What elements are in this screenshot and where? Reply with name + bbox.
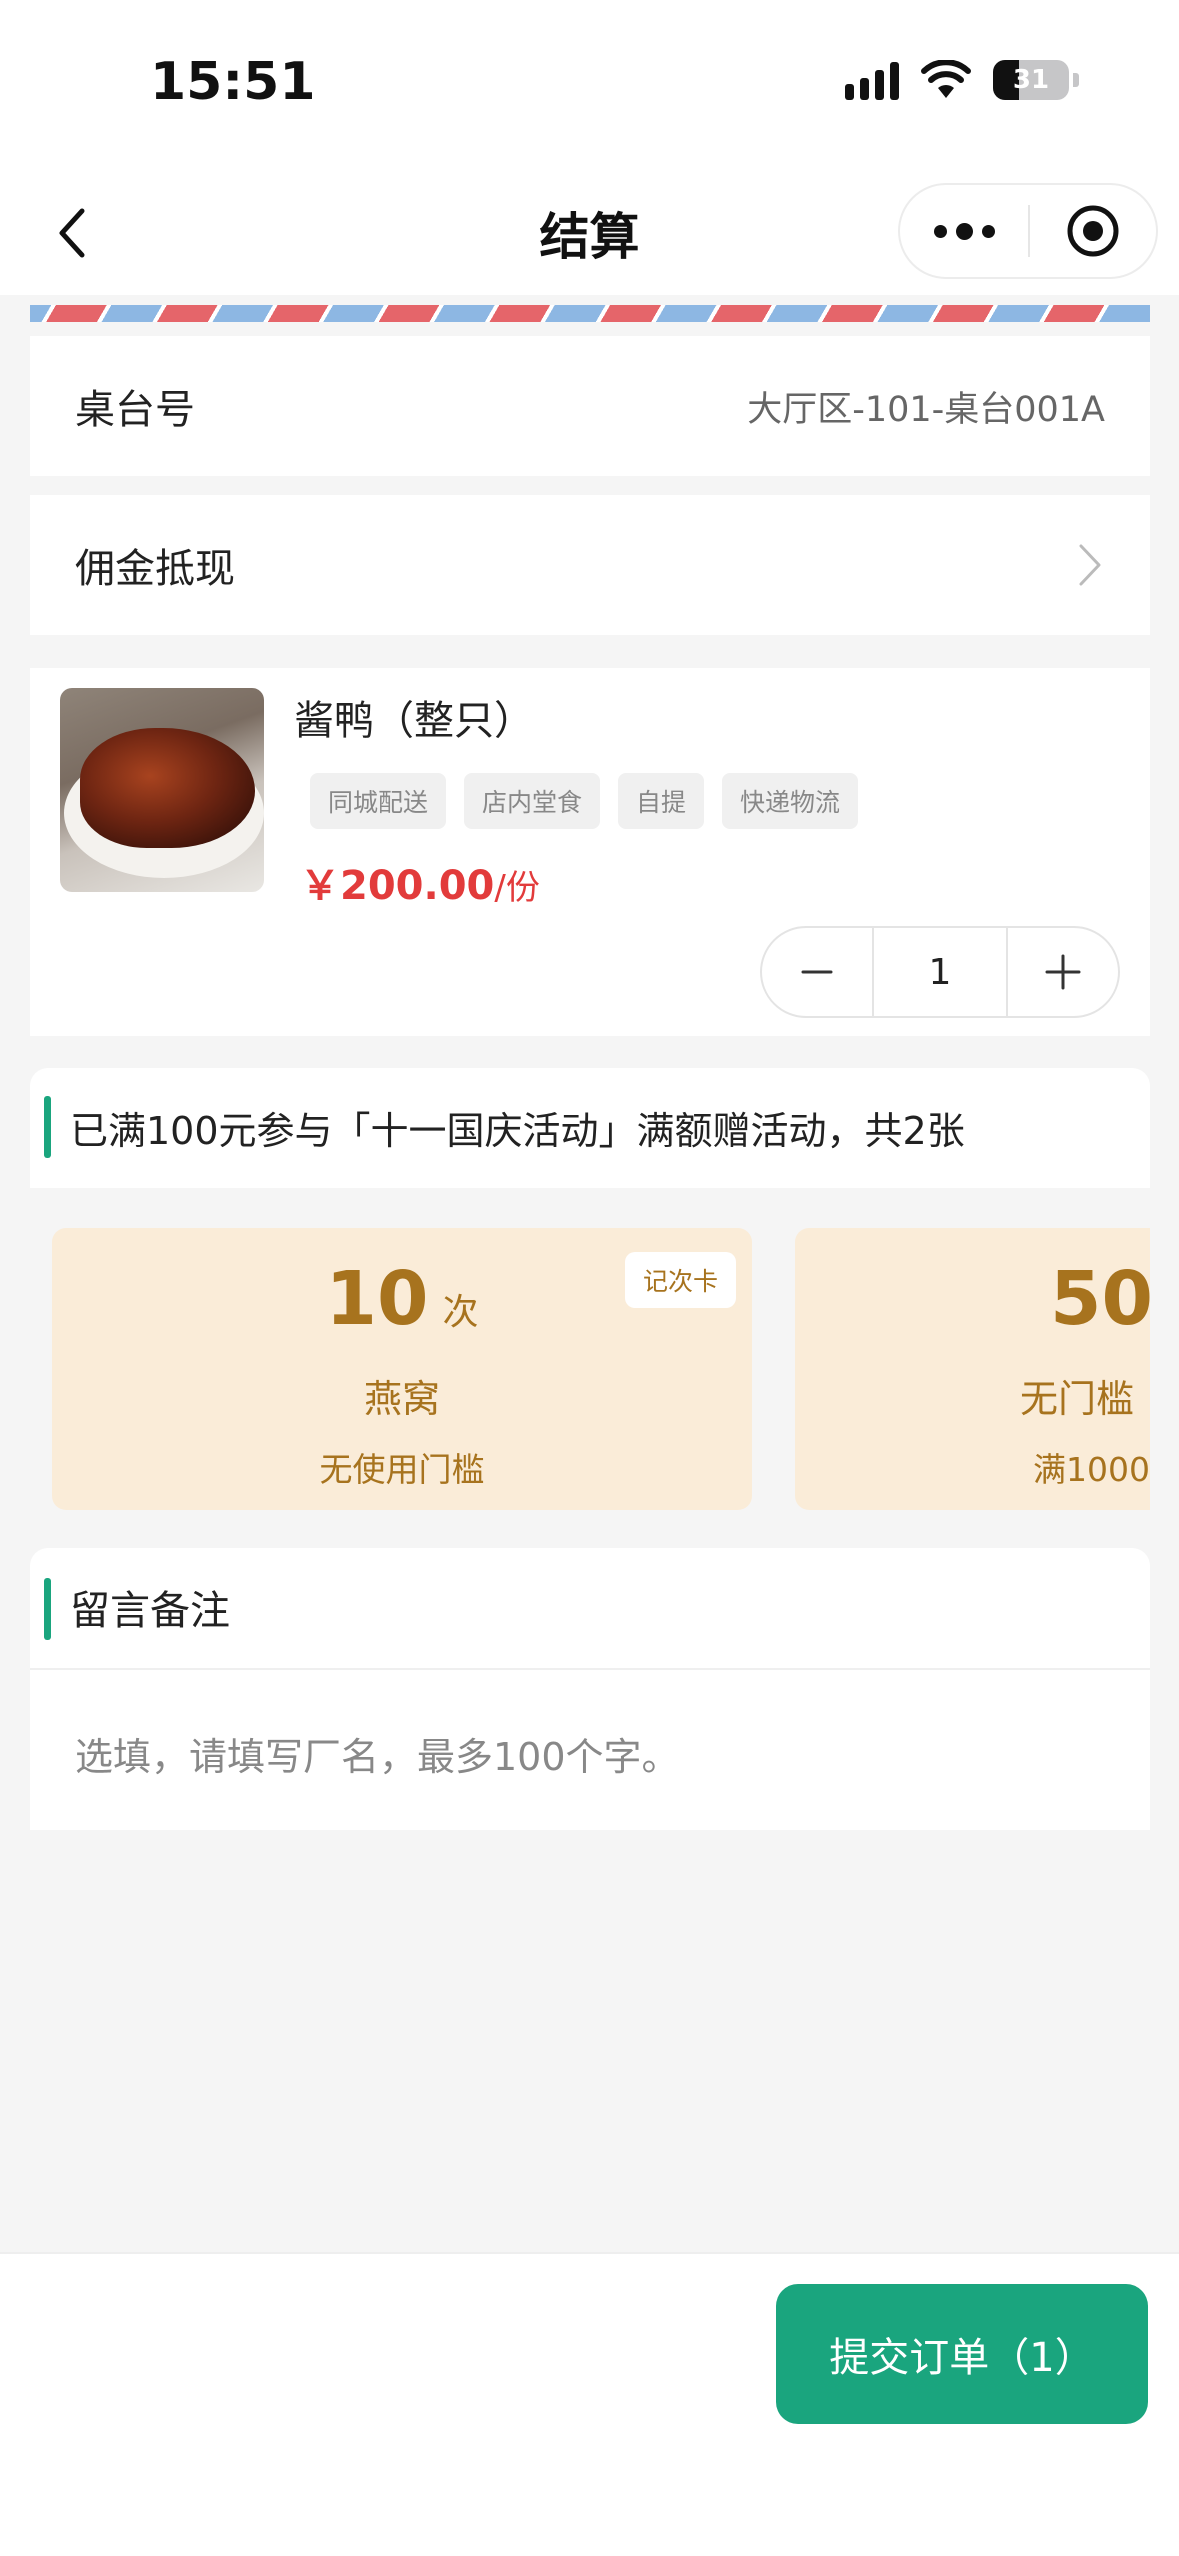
dish-tag: 快递物流 xyxy=(722,773,859,829)
price-unit: /份 xyxy=(494,868,540,908)
nav-bar: 结算 xyxy=(0,175,1179,295)
close-program-button[interactable] xyxy=(1030,185,1156,277)
dish-tag: 自提 xyxy=(618,773,705,829)
coupon-amount: 500 xyxy=(1050,1256,1150,1342)
battery-icon: 31 xyxy=(993,60,1069,100)
dish-tag: 店内堂食 xyxy=(464,773,601,829)
status-time: 15:51 xyxy=(150,52,316,112)
increase-button[interactable] xyxy=(1008,928,1118,1016)
coupon-name: 无门槛 xyxy=(1020,1377,1135,1421)
note-card: 留言备注 选填，请填写厂名，最多100个字。 xyxy=(30,1548,1150,1830)
dish-tags: 同城配送 店内堂食 自提 快递物流 xyxy=(310,773,859,829)
coupon-name: 燕窝 xyxy=(363,1377,440,1421)
note-divider xyxy=(30,1668,1150,1670)
coupon-condition: 满1000 xyxy=(1033,1450,1150,1489)
wifi-icon xyxy=(921,60,971,98)
coupon-amount-unit: 次 xyxy=(442,1292,479,1333)
table-number-label: 桌台号 xyxy=(75,387,195,433)
target-icon xyxy=(1067,205,1119,257)
promotion-header: 已满100元参与「十一国庆活动」满额赠活动，共2张 xyxy=(30,1068,1150,1188)
promotion-accent-bar xyxy=(44,1096,51,1158)
table-number-value: 大厅区-101-桌台001A xyxy=(747,389,1105,430)
coupon-card[interactable]: 500 无门槛 满1000 xyxy=(795,1228,1150,1510)
more-menu-button[interactable] xyxy=(900,185,1028,277)
dish-price: ￥200.00/份 xyxy=(300,853,540,911)
coupon-badge: 记次卡 xyxy=(624,1252,736,1308)
decrease-button[interactable] xyxy=(762,928,872,1016)
table-number-row: 桌台号 大厅区-101-桌台001A xyxy=(30,336,1150,476)
quantity-stepper: 1 xyxy=(760,926,1120,1018)
plus-icon xyxy=(1045,954,1081,990)
note-input[interactable]: 选填，请填写厂名，最多100个字。 xyxy=(75,1726,680,1781)
dish-name: 酱鸭（整只） xyxy=(294,698,534,744)
coupon-amount-value: 10 xyxy=(325,1256,429,1342)
coupon-scroll[interactable]: 10 次 记次卡 燕窝 无使用门槛 500 无门槛 满1000 xyxy=(30,1188,1150,1530)
commission-label: 佣金抵现 xyxy=(75,546,235,592)
mini-program-capsule xyxy=(898,183,1158,279)
cellular-signal-icon xyxy=(845,60,899,100)
battery-level: 31 xyxy=(1012,65,1050,95)
bottom-action-bar: 提交订单（1） xyxy=(0,2252,1179,2556)
note-title: 留言备注 xyxy=(70,1588,230,1634)
dish-tag: 同城配送 xyxy=(310,773,447,829)
coupon-card[interactable]: 10 次 记次卡 燕窝 无使用门槛 xyxy=(52,1228,752,1510)
price-amount: ￥200.00 xyxy=(300,863,495,909)
submit-order-button[interactable]: 提交订单（1） xyxy=(776,2284,1148,2424)
commission-row[interactable]: 佣金抵现 xyxy=(30,495,1150,635)
status-bar: 15:51 31 xyxy=(0,0,1179,175)
battery-cap xyxy=(1073,73,1079,87)
dish-image xyxy=(60,688,264,892)
minus-icon xyxy=(801,970,833,974)
promotion-text: 已满100元参与「十一国庆活动」满额赠活动，共2张 xyxy=(70,1109,965,1153)
coupon-condition: 无使用门槛 xyxy=(319,1450,485,1489)
quantity-value[interactable]: 1 xyxy=(872,928,1008,1016)
note-accent-bar xyxy=(44,1578,51,1640)
airmail-stripe-divider xyxy=(30,305,1150,322)
chevron-right-icon xyxy=(1079,544,1101,586)
status-indicators: 31 xyxy=(845,60,1079,100)
dish-card: 酱鸭（整只） 同城配送 店内堂食 自提 快递物流 ￥200.00/份 1 xyxy=(30,668,1150,1036)
